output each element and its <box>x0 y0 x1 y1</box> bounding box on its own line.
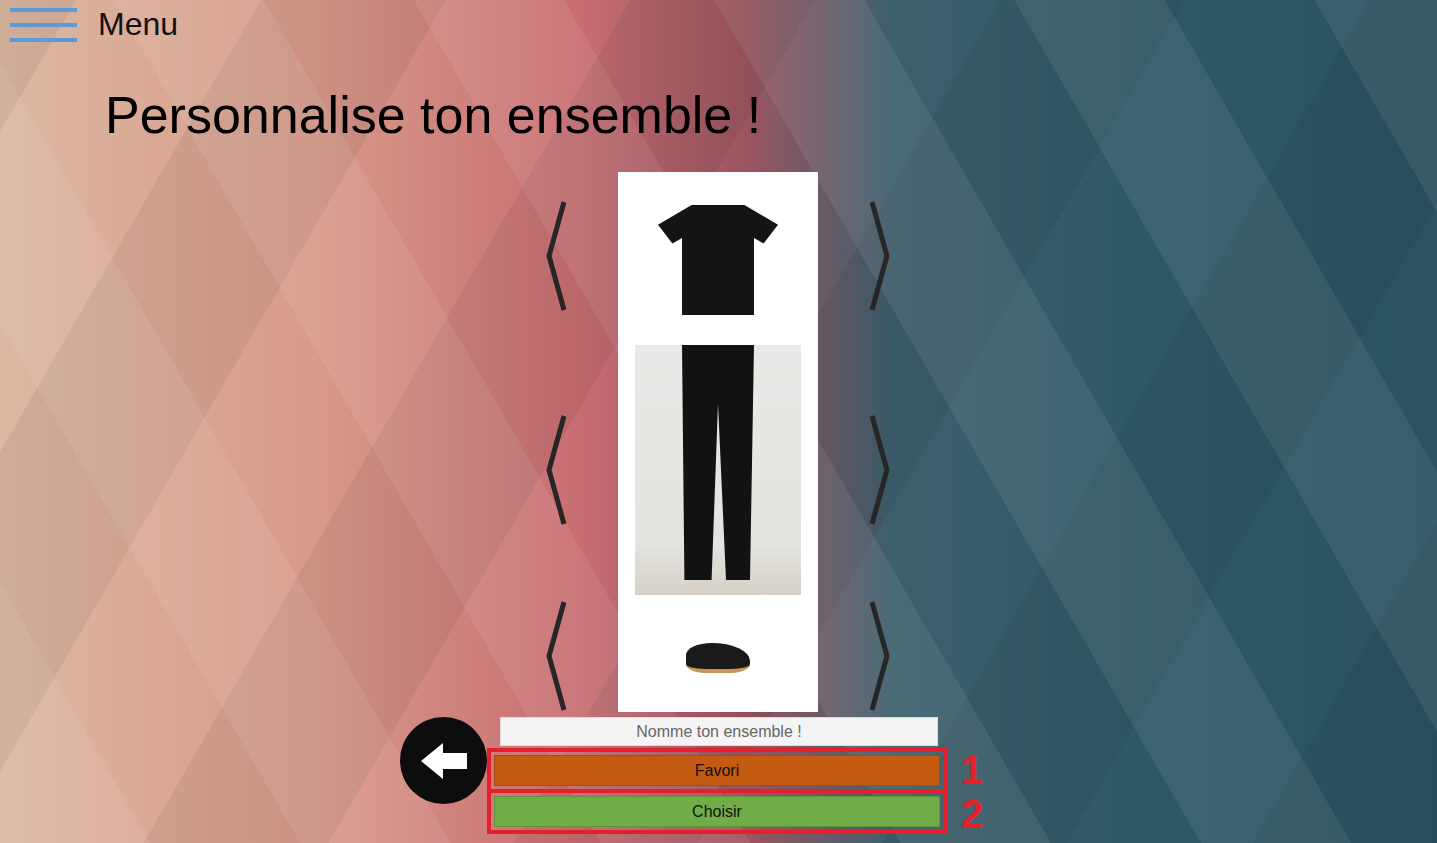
pants-shape <box>678 345 758 580</box>
next-button[interactable] <box>868 172 892 340</box>
shirt-photo <box>658 205 778 315</box>
menu-label[interactable]: Menu <box>98 6 178 43</box>
outfit-slot <box>618 600 818 712</box>
chevron-left-icon[interactable] <box>544 414 568 526</box>
previous-button[interactable] <box>544 600 568 712</box>
hamburger-icon[interactable] <box>10 8 77 42</box>
back-button[interactable] <box>400 717 487 804</box>
chevron-right-icon[interactable] <box>868 200 892 312</box>
actions: Favori1Choisir2 <box>400 717 1437 834</box>
next-button[interactable] <box>868 600 892 712</box>
page: Menu Personnalise ton ensemble ! Favori1Ch… <box>0 0 1437 843</box>
page-title: Personnalise ton ensemble ! <box>0 85 1437 145</box>
annotation-marker: 1 <box>947 750 1437 790</box>
previous-button[interactable] <box>544 340 568 600</box>
chevron-right-icon[interactable] <box>868 600 892 712</box>
annotation-marker: 2 <box>947 794 1437 834</box>
outfit-slot <box>618 172 818 340</box>
previous-button[interactable] <box>544 172 568 340</box>
pants-photo <box>635 345 801 595</box>
highlight-frame: Favori <box>487 748 947 793</box>
arrow-left-icon <box>419 741 469 781</box>
action-button[interactable]: Favori <box>494 755 940 786</box>
chevron-left-icon[interactable] <box>544 600 568 712</box>
chevron-right-icon[interactable] <box>868 414 892 526</box>
next-button[interactable] <box>868 340 892 600</box>
chevron-left-icon[interactable] <box>544 200 568 312</box>
outfit-name-input[interactable] <box>500 717 938 746</box>
outfit-picker <box>0 172 1437 712</box>
highlight-frame: Choisir <box>487 789 947 834</box>
outfit-slot <box>618 340 818 600</box>
action-button[interactable]: Choisir <box>494 796 940 827</box>
header: Menu <box>0 0 1437 45</box>
shoe-photo <box>686 643 750 673</box>
